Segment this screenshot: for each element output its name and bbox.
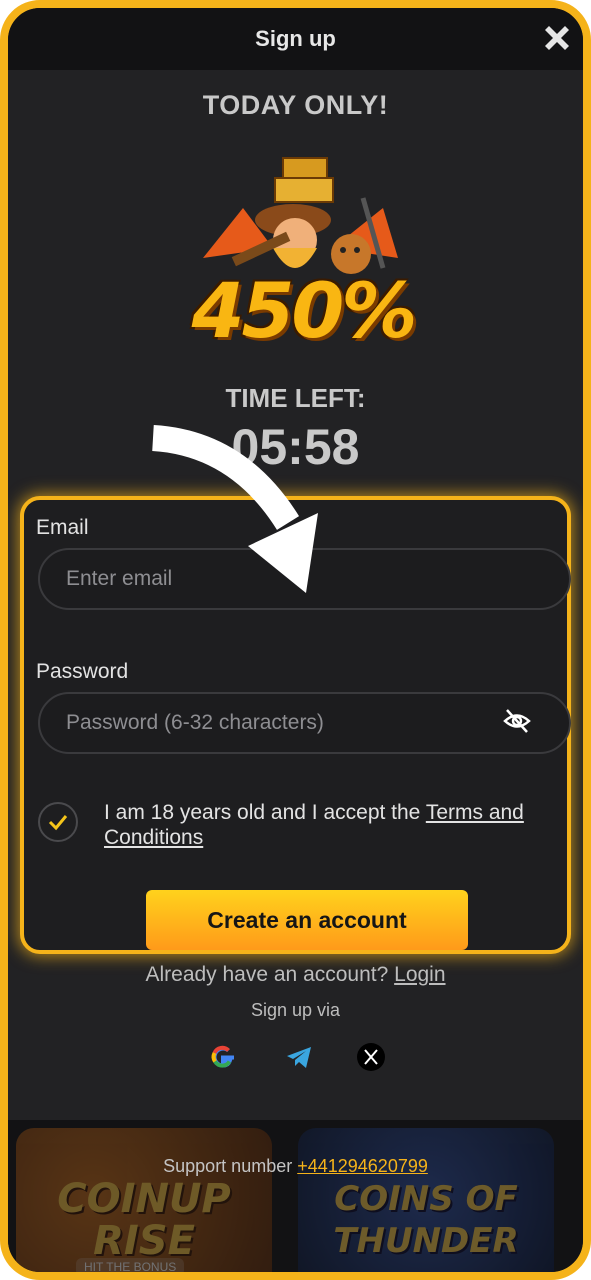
telegram-signup-button[interactable] — [284, 1042, 314, 1072]
x-signup-button[interactable] — [356, 1042, 386, 1072]
age-terms-checkbox[interactable] — [38, 802, 78, 842]
password-field[interactable] — [38, 692, 571, 754]
login-link[interactable]: Login — [394, 963, 445, 986]
google-icon — [211, 1045, 234, 1068]
modal-header: Sign up — [8, 8, 583, 70]
game-subtitle: HIT THE BONUS — [76, 1258, 185, 1272]
login-prompt: Already have an account? Login — [8, 963, 583, 987]
create-account-button[interactable]: Create an account — [146, 890, 468, 950]
promo-illustration: 450% — [183, 148, 423, 378]
support-phone-link[interactable]: +441294620799 — [297, 1156, 428, 1176]
google-signup-button[interactable] — [208, 1042, 238, 1072]
signup-form: Email Password I am 18 years old and I a… — [20, 496, 571, 954]
password-label: Password — [36, 660, 129, 683]
terms-prefix: I am 18 years old and I accept the — [104, 801, 426, 824]
login-prefix: Already have an account? — [145, 963, 395, 986]
terms-text: I am 18 years old and I accept the Terms… — [104, 800, 574, 850]
game-card-coins-of-thunder[interactable]: COINS OF THUNDER — [298, 1128, 554, 1272]
footer-games-strip: COINUP RISE HIT THE BONUS COINS OF THUND… — [8, 1120, 583, 1272]
bonus-percent: 450% — [191, 266, 418, 355]
signup-via-label: Sign up via — [250, 1000, 341, 1020]
game-card-coinup-rise[interactable]: COINUP RISE HIT THE BONUS — [16, 1128, 272, 1272]
game-title: COINS OF THUNDER — [333, 1179, 519, 1261]
time-left-label: TIME LEFT: — [225, 383, 366, 413]
password-visibility-toggle[interactable] — [502, 706, 532, 736]
close-button[interactable] — [539, 20, 575, 56]
x-icon — [357, 1043, 385, 1071]
modal-title: Sign up — [255, 26, 336, 51]
close-icon — [545, 26, 569, 50]
support-line: Support number +441294620799 — [8, 1156, 583, 1177]
signup-modal: Sign up TODAY ONLY! 450% TIME LEFT: 05:5… — [0, 0, 591, 1280]
countdown-timer: 05:58 — [231, 419, 360, 475]
promo-headline: TODAY ONLY! — [202, 90, 389, 120]
checkmark-icon — [48, 815, 68, 831]
telegram-icon — [287, 1047, 311, 1068]
support-prefix: Support number — [163, 1156, 298, 1176]
eye-off-icon — [503, 709, 531, 733]
game-title: COINUP RISE — [57, 1176, 231, 1264]
email-field[interactable] — [38, 548, 571, 610]
email-label: Email — [36, 516, 89, 539]
